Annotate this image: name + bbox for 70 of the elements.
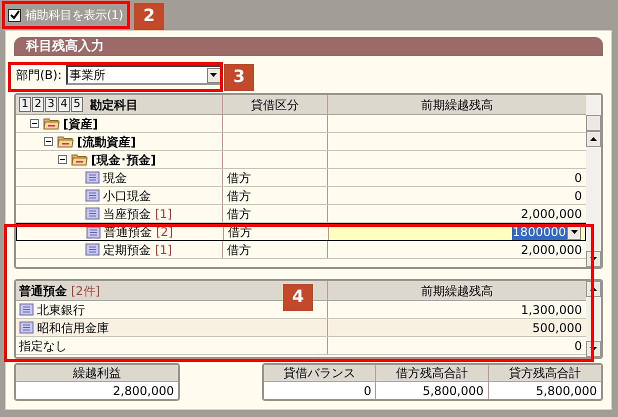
level-button[interactable]: 4 <box>58 97 70 112</box>
folder-icon <box>57 135 74 148</box>
arrow-up-icon <box>590 287 597 291</box>
field-label: 部門(B): <box>16 67 62 84</box>
table-cell-text: 2,000,000 <box>520 206 582 222</box>
ledger-icon <box>85 243 100 256</box>
collapse-icon[interactable] <box>58 155 67 164</box>
arrow-up-icon <box>590 137 597 141</box>
table-cell: 0 <box>264 382 376 399</box>
callout-number: 3 <box>224 64 254 91</box>
ledger-icon <box>19 303 34 316</box>
folder-icon <box>43 117 60 130</box>
level-button[interactable]: 1 <box>19 97 31 112</box>
collapse-icon[interactable] <box>44 137 53 146</box>
table-cell-text: 借方 <box>227 206 251 222</box>
sub-account-count: [2件] <box>71 282 100 300</box>
folder-icon <box>71 153 88 166</box>
level-button[interactable]: 5 <box>71 97 83 112</box>
collapse-icon[interactable] <box>30 119 39 128</box>
arrow-down-icon <box>590 257 597 261</box>
table-cell-text: 借方 <box>227 242 251 258</box>
table-cell-text: 2,800,000 <box>112 382 175 399</box>
ledger-icon <box>85 171 100 184</box>
callout-number: 2 <box>134 3 164 30</box>
column-header: 貸借区分 <box>223 95 328 114</box>
tree-item[interactable]: [資産] <box>63 115 98 132</box>
tree-item[interactable]: [現金･預金] <box>91 151 156 168</box>
tree-item[interactable]: [流動資産] <box>77 133 136 150</box>
column-header: 繰越利益 <box>16 365 178 382</box>
tree-item[interactable]: 現金 <box>103 169 127 186</box>
ledger-icon <box>85 189 100 202</box>
table-cell-text: 5,800,000 <box>534 382 598 399</box>
table-cell-text: 0 <box>574 170 582 186</box>
level-button[interactable]: 3 <box>45 97 57 112</box>
list-item[interactable]: 指定なし <box>19 337 67 354</box>
column-header: 貸方残高合計 <box>488 365 601 382</box>
panel-title: 科目残高入力 <box>14 37 603 56</box>
column-header: 貸借バランス <box>264 365 376 382</box>
column-header: 借方残高合計 <box>376 365 489 382</box>
tree-item[interactable]: 小口現金 <box>103 187 151 204</box>
table-cell-text: 0 <box>574 188 582 204</box>
tree-item[interactable]: 定期預金 <box>103 241 151 258</box>
list-item[interactable]: 北東銀行 <box>37 301 85 318</box>
checkbox[interactable] <box>8 8 21 22</box>
table-cell-text: 1,300,000 <box>520 302 582 318</box>
sub-account-count: [1] <box>155 206 172 222</box>
department-select[interactable]: 事業所 <box>66 65 223 85</box>
table-cell-text: 2,000,000 <box>520 242 582 258</box>
ledger-icon <box>19 321 34 334</box>
scroll-up-button[interactable] <box>586 131 601 147</box>
column-header: 前期繰越残高 <box>420 96 494 114</box>
select-value: 事業所 <box>70 67 106 84</box>
table-cell-text: 借方 <box>227 188 251 204</box>
caret-icon <box>210 73 218 77</box>
scrollbar[interactable] <box>586 95 601 267</box>
arrow-down-icon <box>590 347 597 351</box>
tree-item[interactable]: 当座預金 <box>103 205 151 222</box>
sub-account-count: [1] <box>155 242 172 258</box>
ledger-icon <box>85 207 100 220</box>
table-cell-text: 0 <box>574 338 582 354</box>
grid-title: 普通預金 <box>19 282 67 300</box>
table-cell: 5,800,000 <box>376 382 489 399</box>
dropdown-button[interactable] <box>206 68 221 82</box>
list-item[interactable]: 昭和信用金庫 <box>37 319 109 336</box>
callout-number: 4 <box>283 284 313 311</box>
column-header: 前期繰越残高 <box>420 282 494 300</box>
table-cell-text: 借方 <box>227 170 251 186</box>
table-cell-text: 500,000 <box>532 320 582 336</box>
level-button[interactable]: 2 <box>32 97 44 112</box>
column-header: 勘定科目 <box>90 96 138 114</box>
